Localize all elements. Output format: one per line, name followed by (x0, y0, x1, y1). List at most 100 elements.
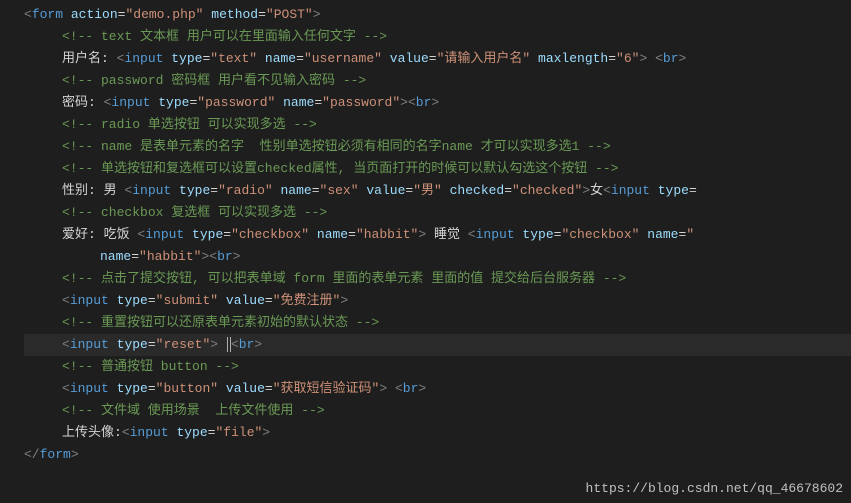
token-eq: = (312, 183, 320, 198)
token-txt (109, 293, 117, 308)
token-br: > (210, 337, 218, 352)
token-tag: br (663, 51, 679, 66)
token-txt (63, 7, 71, 22)
token-br: > (379, 381, 387, 396)
code-line[interactable]: 用户名: <input type="text" name="username" … (24, 48, 851, 70)
token-tag: input (124, 51, 163, 66)
token-br: > (254, 337, 262, 352)
token-str: "password" (322, 95, 400, 110)
token-str: "请输入用户名" (437, 51, 531, 66)
code-line[interactable]: <!-- radio 单选按钮 可以实现多选 --> (24, 114, 851, 136)
token-br: < (62, 293, 70, 308)
token-attr: type (179, 183, 210, 198)
token-txt (257, 51, 265, 66)
token-br: </ (24, 447, 40, 462)
token-txt (273, 183, 281, 198)
token-str: "获取短信验证码" (273, 381, 380, 396)
token-br: < (231, 337, 239, 352)
token-tag: input (70, 381, 109, 396)
token-br: > (418, 227, 426, 242)
token-txt: 爱好: 吃饭 (62, 227, 137, 242)
code-line[interactable]: <input type="button" value="获取短信验证码"> <b… (24, 378, 851, 400)
code-line[interactable]: <!-- password 密码框 用户看不见输入密码 --> (24, 70, 851, 92)
token-str: "button" (156, 381, 218, 396)
token-tag: input (70, 293, 109, 308)
token-attr: name (281, 183, 312, 198)
code-line[interactable]: 密码: <input type="password" name="passwor… (24, 92, 851, 114)
token-eq: = (223, 227, 231, 242)
token-eq: = (429, 51, 437, 66)
code-line[interactable]: 上传头像:<input type="file"> (24, 422, 851, 444)
token-tag: input (130, 425, 169, 440)
code-line[interactable]: <input type="reset"> <br> (24, 334, 851, 356)
token-txt: 密码: (62, 95, 104, 110)
token-attr: name (265, 51, 296, 66)
token-tag: form (40, 447, 71, 462)
token-str: "demo.php" (125, 7, 203, 22)
token-str: "POST" (266, 7, 313, 22)
code-line[interactable]: <!-- name 是表单元素的名字 性别单选按钮必须有相同的名字name 才可… (24, 136, 851, 158)
code-line[interactable]: name="habbit"><br> (24, 246, 851, 268)
token-eq: = (608, 51, 616, 66)
code-line[interactable]: <input type="submit" value="免费注册"> (24, 290, 851, 312)
token-txt: 用户名: (62, 51, 117, 66)
token-str: "checkbox" (561, 227, 639, 242)
code-line[interactable]: 爱好: 吃饭 <input type="checkbox" name="habb… (24, 224, 851, 246)
token-eq: = (258, 7, 266, 22)
token-cmt: <!-- 重置按钮可以还原表单元素初始的默认状态 --> (62, 315, 379, 330)
token-txt: 上传头像: (62, 425, 122, 440)
token-txt (171, 183, 179, 198)
token-br: > (431, 95, 439, 110)
token-tag: br (403, 381, 419, 396)
token-br: >< (400, 95, 416, 110)
token-br: < (655, 51, 663, 66)
token-str: "radio" (218, 183, 273, 198)
code-line[interactable]: <!-- 普通按钮 button --> (24, 356, 851, 378)
token-str: "file" (215, 425, 262, 440)
token-attr: maxlength (538, 51, 608, 66)
token-br: > (418, 381, 426, 396)
token-eq: = (689, 183, 697, 198)
token-txt (218, 293, 226, 308)
token-eq: = (148, 337, 156, 352)
code-line[interactable]: </form> (24, 444, 851, 466)
token-cmt: <!-- 普通按钮 button --> (62, 359, 239, 374)
token-txt (275, 95, 283, 110)
code-line[interactable]: <!-- 文件域 使用场景 上传文件使用 --> (24, 400, 851, 422)
token-br: > (313, 7, 321, 22)
token-eq: = (210, 183, 218, 198)
token-tag: input (111, 95, 150, 110)
code-line[interactable]: <!-- 重置按钮可以还原表单元素初始的默认状态 --> (24, 312, 851, 334)
token-attr: type (171, 51, 202, 66)
token-attr: value (226, 381, 265, 396)
code-line[interactable]: 性别: 男 <input type="radio" name="sex" val… (24, 180, 851, 202)
token-attr: name (100, 249, 131, 264)
code-editor[interactable]: <form action="demo.php" method="POST"><!… (0, 0, 851, 466)
token-str: "habbit" (139, 249, 201, 264)
token-attr: type (117, 337, 148, 352)
token-attr: checked (450, 183, 505, 198)
token-eq: = (265, 293, 273, 308)
code-line[interactable]: <!-- checkbox 复选框 可以实现多选 --> (24, 202, 851, 224)
code-line[interactable]: <!-- 单选按钮和复选框可以设置checked属性, 当页面打开的时候可以默认… (24, 158, 851, 180)
token-br: > (233, 249, 241, 264)
token-cmt: <!-- 点击了提交按钮, 可以把表单域 form 里面的表单元素 里面的值 提… (62, 271, 626, 286)
token-txt (387, 381, 395, 396)
token-attr: type (176, 425, 207, 440)
code-line[interactable]: <!-- 点击了提交按钮, 可以把表单域 form 里面的表单元素 里面的值 提… (24, 268, 851, 290)
token-br: < (122, 425, 130, 440)
token-tag: input (132, 183, 171, 198)
token-txt (109, 381, 117, 396)
token-str: "sex" (320, 183, 359, 198)
token-eq: = (148, 293, 156, 308)
code-line[interactable]: <!-- text 文本框 用户可以在里面输入任何文字 --> (24, 26, 851, 48)
token-tag: input (145, 227, 184, 242)
token-attr: name (647, 227, 678, 242)
token-txt (647, 51, 655, 66)
token-cmt: <!-- password 密码框 用户看不见输入密码 --> (62, 73, 366, 88)
token-tag: br (239, 337, 255, 352)
token-eq: = (348, 227, 356, 242)
code-line[interactable]: <form action="demo.php" method="POST"> (24, 4, 851, 26)
token-br: < (395, 381, 403, 396)
token-txt (109, 337, 117, 352)
